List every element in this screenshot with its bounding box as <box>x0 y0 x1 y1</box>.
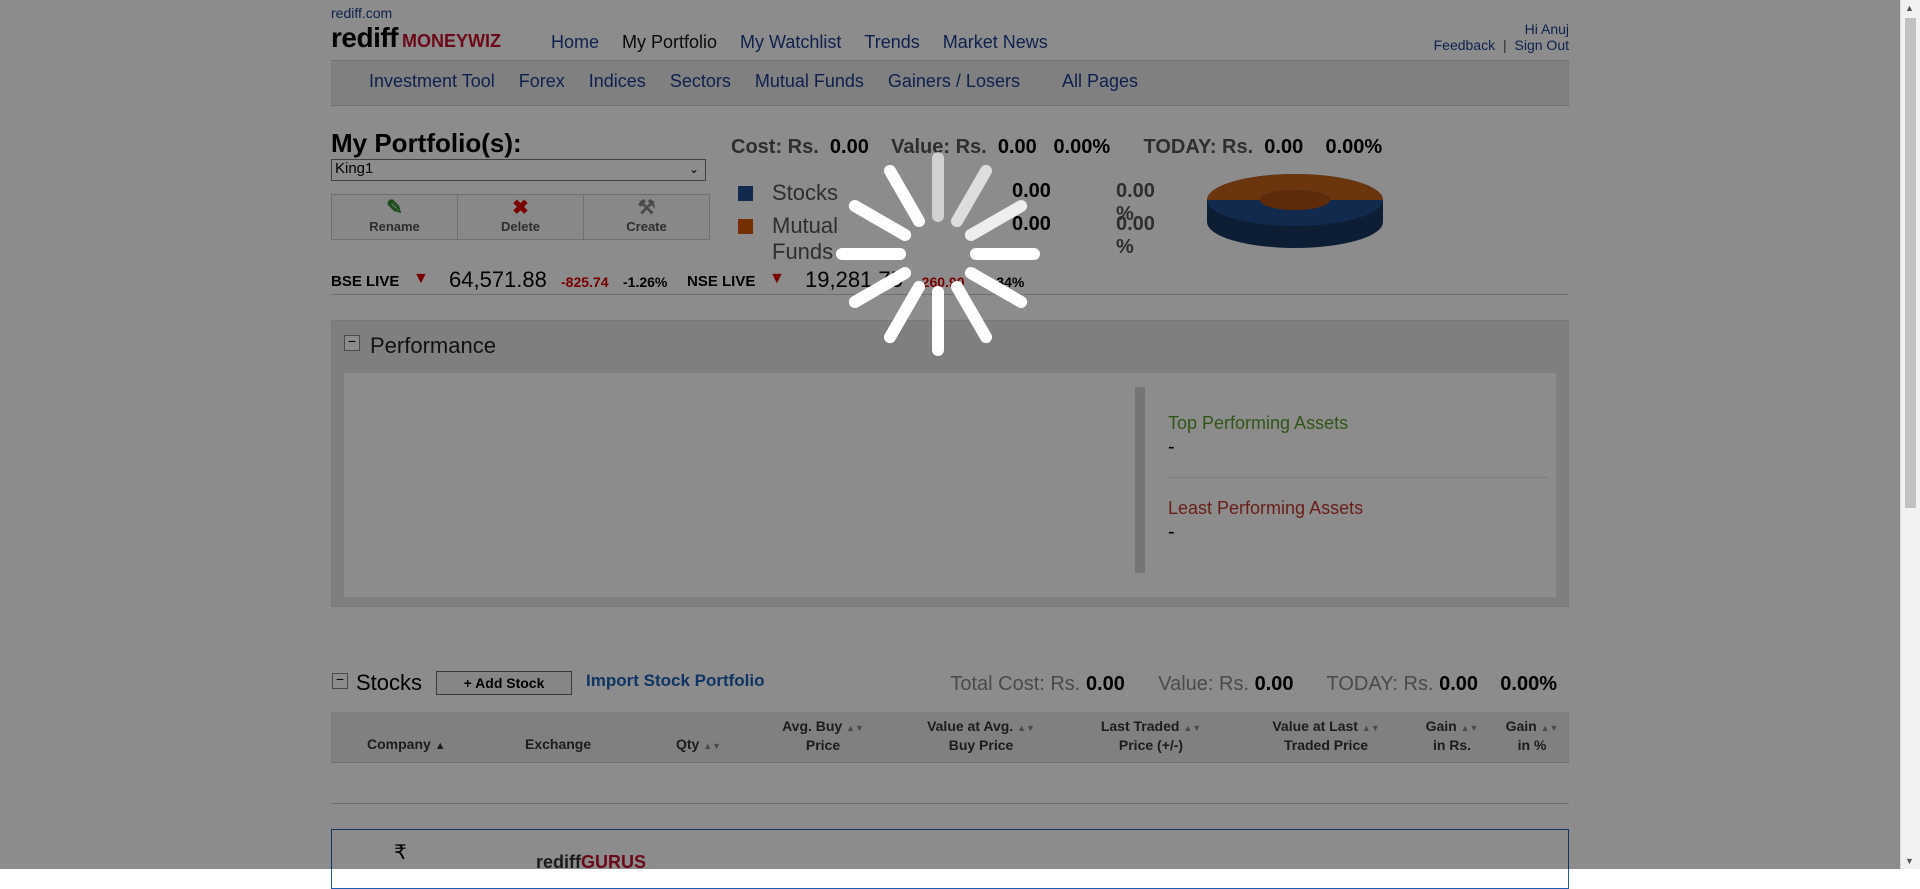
spinner-segment <box>836 248 906 260</box>
page-scrollbar[interactable]: ▲ ▼ <box>1900 0 1920 869</box>
scroll-down-arrow-icon[interactable]: ▼ <box>1905 856 1914 866</box>
spinner-segment <box>970 248 1040 260</box>
loading-overlay <box>0 0 1901 869</box>
scrollbar-thumb[interactable] <box>1905 18 1916 508</box>
spinner-segment <box>932 152 944 222</box>
spinner-segment <box>932 286 944 356</box>
scroll-up-arrow-icon[interactable]: ▲ <box>1905 3 1914 13</box>
